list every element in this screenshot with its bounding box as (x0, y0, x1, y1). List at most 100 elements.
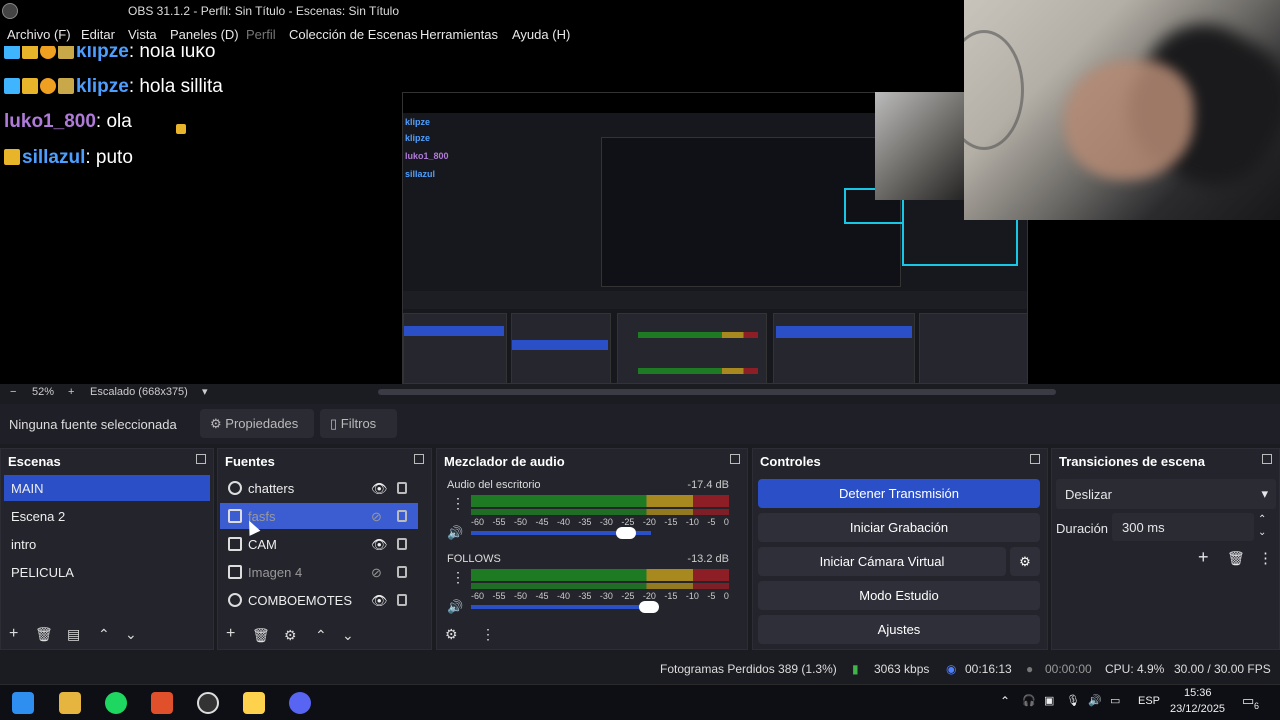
nested-sources-panel (511, 313, 611, 383)
source-toolbar: Ninguna fuente seleccionada ⚙ Propiedade… (0, 404, 1280, 444)
stop-stream-button[interactable]: Detener Transmisión (758, 479, 1040, 508)
webcam-feed (964, 0, 1280, 220)
undock-icon[interactable] (1262, 454, 1272, 464)
scene-item[interactable]: intro (4, 531, 210, 557)
one-badge-icon (40, 46, 56, 59)
obs-taskbar-icon[interactable] (197, 692, 219, 714)
duration-value: 300 ms (1122, 520, 1165, 535)
undock-icon[interactable] (1030, 454, 1040, 464)
scene-item[interactable]: Escena 2 (4, 503, 210, 529)
zoom-in-button[interactable]: + (68, 386, 74, 398)
scene-item[interactable]: MAIN (4, 475, 210, 501)
menu-paneles[interactable]: Paneles (D) (170, 27, 239, 42)
add-transition-icon[interactable]: + (1198, 547, 1209, 568)
properties-button[interactable]: ⚙ Propiedades (200, 409, 314, 438)
scenes-title: Escenas (8, 454, 61, 469)
lock-icon[interactable] (397, 566, 407, 578)
transitions-header: Transiciones de escena (1052, 449, 1279, 473)
lock-icon[interactable] (397, 482, 407, 494)
add-scene-icon[interactable]: + (9, 625, 18, 643)
discord-icon[interactable] (289, 692, 311, 714)
menu-perfil[interactable]: Perfil (246, 27, 276, 42)
start-windows-icon[interactable] (12, 692, 34, 714)
source-item[interactable]: COMBOEMOTES 👁 (220, 587, 418, 613)
move-up-icon[interactable]: ⌃ (98, 626, 110, 643)
brave-icon[interactable] (151, 692, 173, 714)
microphone-icon[interactable]: 🎙 (1066, 694, 1080, 707)
start-recording-button[interactable]: Iniciar Grabación (758, 513, 1040, 542)
tray-app-icon[interactable]: ▣ (1044, 694, 1054, 707)
lock-icon[interactable] (397, 510, 407, 522)
mixer-menu-icon[interactable]: ⋮ (481, 626, 495, 643)
volume-icon[interactable]: 🔊 (1088, 694, 1102, 707)
tray-chevron-icon[interactable]: ⌃ (1000, 694, 1010, 708)
eye-hidden-icon[interactable]: ⊘ (371, 565, 382, 581)
stream-icon: ◉ (946, 662, 957, 676)
crown-emote-icon (176, 124, 186, 134)
chat-message: : ola (95, 111, 132, 132)
menu-ayuda[interactable]: Ayuda (H) (512, 27, 570, 42)
window-title: OBS 31.1.2 - Perfil: Sin Título - Escena… (128, 4, 400, 18)
mixer-channel: Audio del escritorio -17.4 dB ⋮ -60 -55 -5… (445, 479, 737, 549)
menu-editar[interactable]: Editar (81, 27, 115, 42)
lock-icon[interactable] (397, 594, 407, 606)
move-down-icon[interactable]: ⌄ (125, 626, 137, 643)
eye-icon[interactable]: 👁 (371, 481, 388, 497)
live-time: 00:16:13 (965, 662, 1012, 676)
app-taskbar-icon[interactable] (243, 692, 265, 714)
eye-icon[interactable]: 👁 (371, 593, 388, 609)
lock-icon[interactable] (397, 538, 407, 550)
advanced-audio-icon[interactable]: ⚙ (445, 626, 458, 643)
volume-knob[interactable] (639, 601, 660, 613)
volume-knob[interactable] (615, 527, 636, 539)
scene-filters-icon[interactable]: ▤ (67, 626, 80, 643)
undock-icon[interactable] (196, 454, 206, 464)
file-explorer-icon[interactable] (59, 692, 81, 714)
scenes-dock: Escenas MAIN Escena 2 intro PELICULA + 🗑… (0, 448, 214, 650)
eye-hidden-icon[interactable]: ⊘ (371, 509, 382, 525)
start-virtual-camera-button[interactable]: Iniciar Cámara Virtual (758, 547, 1006, 576)
source-label: CAM (248, 537, 277, 552)
menu-herramientas[interactable]: Herramientas (420, 27, 498, 42)
undock-icon[interactable] (730, 454, 740, 464)
filters-button[interactable]: ▯ Filtros (320, 409, 397, 438)
volume-slider[interactable] (471, 605, 651, 609)
source-item[interactable]: chatters 👁 (220, 475, 418, 501)
studio-mode-button[interactable]: Modo Estudio (758, 581, 1040, 610)
menu-vista[interactable]: Vista (128, 27, 157, 42)
scene-item[interactable]: PELICULA (4, 559, 210, 585)
clock-date[interactable]: 23/12/2025 (1170, 703, 1225, 715)
notification-icon[interactable]: ▭ (1242, 693, 1254, 709)
virtual-camera-settings-button[interactable]: ⚙ (1010, 547, 1040, 576)
obs-app-icon (2, 3, 18, 19)
network-icon[interactable]: ▭ (1110, 694, 1120, 707)
menu-archivo[interactable]: Archivo (F) (7, 27, 71, 42)
nested-mixer-panel (617, 313, 767, 383)
menu-coleccion[interactable]: Colección de Escenas (289, 27, 418, 42)
duration-stepper[interactable]: ⌃ ⌄ (1258, 513, 1266, 539)
transition-menu-icon[interactable]: ⋮ (1258, 549, 1273, 567)
clock-time[interactable]: 15:36 (1184, 687, 1212, 699)
source-item[interactable]: Imagen 4 ⊘ (220, 559, 418, 585)
headphones-icon[interactable]: 🎧 (1022, 694, 1036, 707)
nested-chat-line: luko1_800 (405, 151, 449, 161)
preview-horizontal-scrollbar[interactable] (378, 389, 1056, 395)
input-language[interactable]: ESP (1138, 695, 1160, 707)
mixer-title: Mezclador de audio (444, 454, 565, 469)
mixer-header: Mezclador de audio (437, 449, 747, 473)
undock-icon[interactable] (414, 454, 424, 464)
settings-button[interactable]: Ajustes (758, 615, 1040, 644)
spotify-icon[interactable] (105, 692, 127, 714)
remove-scene-icon[interactable]: 🗑 (35, 626, 53, 643)
transition-select[interactable]: Deslizar ▾ (1056, 479, 1276, 509)
duration-input[interactable]: 300 ms (1112, 513, 1254, 541)
speaker-icon[interactable]: 🔊 (447, 599, 463, 615)
scale-dropdown-icon[interactable]: ▾ (202, 385, 208, 398)
channel-menu-icon[interactable]: ⋮ (451, 495, 465, 512)
speaker-icon[interactable]: 🔊 (447, 525, 463, 541)
eye-icon[interactable]: 👁 (371, 537, 388, 553)
channel-menu-icon[interactable]: ⋮ (451, 569, 465, 586)
notification-count: 6 (1254, 701, 1260, 711)
remove-transition-icon[interactable]: 🗑 (1227, 550, 1245, 567)
zoom-out-button[interactable]: − (10, 386, 16, 398)
